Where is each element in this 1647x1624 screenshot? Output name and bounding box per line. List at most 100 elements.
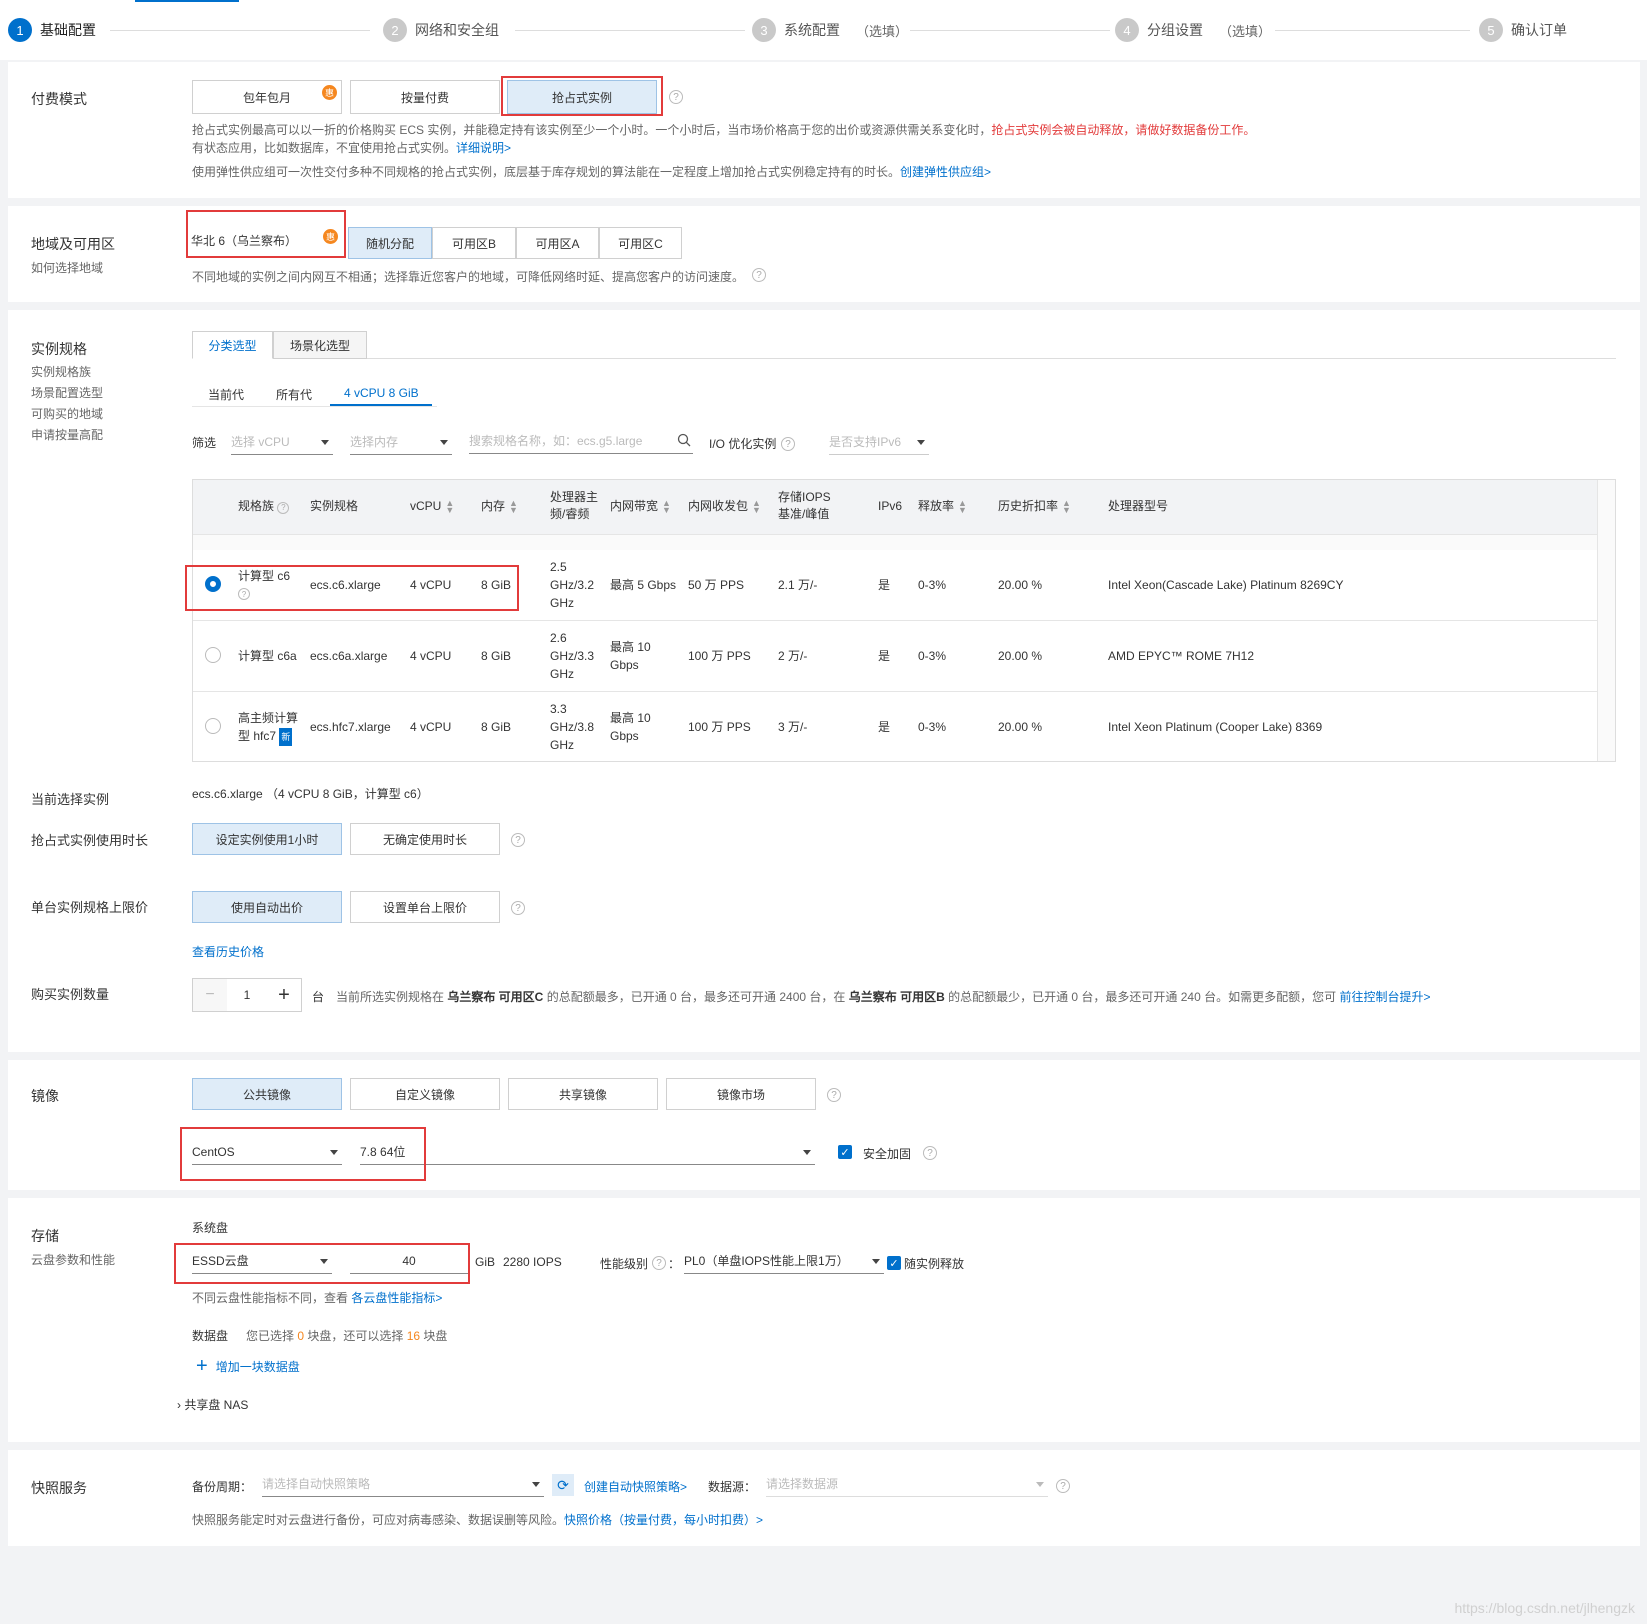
price-history-link[interactable]: 查看历史价格 [192,943,264,960]
subtab-4vcpu-8gib[interactable]: 4 vCPU 8 GiB [344,386,419,400]
shared-image-button[interactable]: 共享镜像 [508,1078,658,1110]
col-release-rate[interactable]: 释放率 ▲ ▼ [918,498,967,515]
create-snapshot-policy-link[interactable]: 创建自动快照策略> [584,1478,687,1495]
region-help-link[interactable]: 如何选择地域 [31,258,103,279]
help-icon[interactable]: ? [652,1256,666,1270]
sort-icon[interactable]: ▲ ▼ [445,498,454,514]
auto-bid-button[interactable]: 使用自动出价 [192,891,342,923]
security-harden-checkbox[interactable]: ✓ [838,1145,852,1159]
sort-icon[interactable]: ▲ ▼ [509,498,518,514]
row-radio[interactable] [205,647,221,663]
search-icon[interactable] [677,433,691,447]
cell-text: 高主频计算 [238,711,299,725]
col-bandwidth[interactable]: 内网带宽 ▲ ▼ [610,498,671,515]
disk-perf-link[interactable]: 各云盘性能指标> [351,1291,442,1305]
snapshot-policy-select[interactable]: 请选择自动快照策略 [262,1473,544,1497]
cell-ipv6: 是 [878,578,891,592]
col-vcpu[interactable]: vCPU ▲ ▼ [410,498,454,515]
quantity-stepper[interactable]: − 1 + [192,978,302,1012]
help-icon[interactable]: ? [827,1088,841,1102]
vertical-scrollbar[interactable] [1597,480,1615,761]
zone-random-button[interactable]: 随机分配 [348,227,432,259]
zone-c-button[interactable]: 可用区C [599,227,682,259]
memory-select[interactable]: 选择内存 [350,431,452,455]
quantity-value[interactable]: 1 [227,979,267,1011]
zone-a-button[interactable]: 可用区A [516,227,599,259]
billing-payg-button[interactable]: 按量付费 [350,80,500,114]
sort-icon[interactable]: ▲ ▼ [752,498,761,514]
sort-icon[interactable]: ▲ ▼ [662,498,671,514]
tab-category[interactable]: 分类选型 [192,331,273,359]
tab-scenario[interactable]: 场景化选型 [273,331,367,359]
row-radio-selected[interactable] [205,576,221,592]
public-image-button[interactable]: 公共镜像 [192,1078,342,1110]
help-icon[interactable]: ? [923,1146,937,1160]
row-radio[interactable] [205,718,221,734]
spec-apply-link[interactable]: 申请按量高配 [31,425,103,446]
help-icon[interactable]: ? [1056,1479,1070,1493]
snapshot-price-link[interactable]: 快照价格（按量付费，每小时扣费）> [564,1513,763,1527]
plus-button[interactable]: + [267,979,301,1011]
table-row[interactable]: 计算型 c6 ? ecs.c6.xlarge 4 vCPU 8 GiB 2.5 G… [193,550,1597,621]
duration-none-button[interactable]: 无确定使用时长 [350,823,500,855]
nas-toggle[interactable]: › 共享盘 NAS [177,1396,248,1413]
help-icon[interactable]: ? [752,268,766,282]
perf-level-select[interactable]: PL0（单盘IOPS性能上限1万） [684,1250,884,1274]
zone-b-button[interactable]: 可用区B [432,227,516,259]
col-discount[interactable]: 历史折扣率 ▲ ▼ [998,498,1071,515]
spec-region-link[interactable]: 可购买的地域 [31,404,103,425]
minus-button[interactable]: − [193,979,227,1011]
os-version-select[interactable]: 7.8 64位 [360,1141,815,1165]
help-icon[interactable]: ? [277,501,290,514]
sort-icon[interactable]: ▲ ▼ [958,498,967,514]
refresh-icon[interactable]: ⟳ [552,1474,574,1496]
vcpu-select[interactable]: 选择 vCPU [231,431,333,455]
button-label: 设置单台上限价 [382,900,467,915]
col-pps[interactable]: 内网收发包 ▲ ▼ [688,498,761,515]
spec-scenario-link[interactable]: 场景配置选型 [31,383,103,404]
increase-quota-link[interactable]: 前往控制台提升> [1339,990,1430,1004]
create-supply-group-link[interactable]: 创建弹性供应组> [900,165,991,179]
table-row[interactable]: 高主频计算型 hfc7 新 ecs.hfc7.xlarge 4 vCPU 8 G… [193,692,1597,763]
os-select[interactable]: CentOS [192,1141,342,1165]
spec-family-link[interactable]: 实例规格族 [31,362,91,383]
horizontal-scrollbar[interactable] [193,534,1597,550]
cell-family: 计算型 c6a [238,649,297,663]
tab-label: 分类选型 [208,338,257,353]
add-data-disk-button[interactable]: + 增加一块数据盘 [196,1355,300,1378]
ipv6-select[interactable]: 是否支持IPv6 [829,431,929,455]
set-limit-button[interactable]: 设置单台上限价 [350,891,500,923]
region-value[interactable]: 华北 6（乌兰察布） [191,232,297,249]
billing-spot-button[interactable]: 抢占式实例 [507,80,657,114]
help-icon[interactable]: ? [511,901,525,915]
step-5[interactable]: 5 确认订单 [1479,18,1567,42]
image-market-button[interactable]: 镜像市场 [666,1078,816,1110]
duration-1h-button[interactable]: 设定实例使用1小时 [192,823,342,855]
disk-size-input[interactable]: 40 [350,1250,468,1274]
subtab-all-gen[interactable]: 所有代 [276,386,312,403]
disk-type-select[interactable]: ESSD云盘 [192,1250,332,1274]
billing-subscription-button[interactable]: 包年包月 惠 [192,80,342,114]
table-row[interactable]: 计算型 c6a ecs.c6a.xlarge 4 vCPU 8 GiB 2.6 G… [193,621,1597,692]
custom-image-button[interactable]: 自定义镜像 [350,1078,500,1110]
chevron-down-icon [320,1259,328,1264]
help-icon[interactable]: ? [238,588,250,600]
detail-link[interactable]: 详细说明> [456,141,511,155]
storage-perf-link[interactable]: 云盘参数和性能 [31,1250,115,1271]
col-memory[interactable]: 内存 ▲ ▼ [481,498,518,515]
help-icon[interactable]: ? [669,90,683,104]
release-with-instance-checkbox[interactable]: ✓ [887,1256,901,1270]
spec-search-input[interactable]: 搜索规格名称，如：ecs.g5.large [469,430,693,454]
help-icon[interactable]: ? [781,437,795,451]
col-family[interactable]: 规格族 ? [238,498,290,515]
data-source-select[interactable]: 请选择数据源 [766,1473,1048,1497]
help-icon[interactable]: ? [511,833,525,847]
step-1[interactable]: 1 基础配置 [8,18,96,42]
sort-icon[interactable]: ▲ ▼ [1062,498,1071,514]
step-4[interactable]: 4 分组设置 （选填） [1115,18,1271,42]
subtab-current-gen[interactable]: 当前代 [208,386,244,403]
col-cpu-model: 处理器型号 [1108,499,1169,513]
step-3[interactable]: 3 系统配置 （选填） [752,18,908,42]
step-2[interactable]: 2 网络和安全组 [383,18,499,42]
step-label: 基础配置 [40,22,96,38]
